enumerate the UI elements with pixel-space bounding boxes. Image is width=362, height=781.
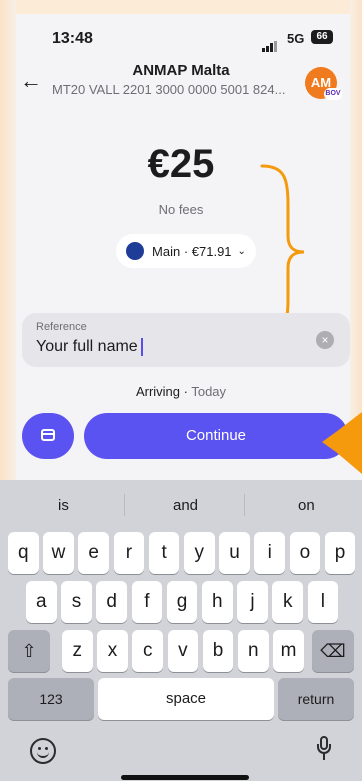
arriving-info: Arriving · Today: [0, 384, 362, 399]
reference-value: Your full name: [36, 338, 138, 356]
reference-field[interactable]: Reference Your full name ×: [22, 313, 350, 367]
account-selector[interactable]: Main · €71.91 ⌄: [116, 234, 256, 268]
key-i[interactable]: i: [254, 532, 285, 574]
key-e[interactable]: e: [78, 532, 109, 574]
key-s[interactable]: s: [61, 581, 92, 623]
reference-label: Reference: [36, 321, 87, 333]
text-caret: [140, 338, 143, 356]
microphone-icon[interactable]: [317, 736, 331, 760]
key-l[interactable]: l: [307, 581, 339, 623]
key-m[interactable]: m: [273, 630, 304, 672]
key-z[interactable]: z: [62, 630, 93, 672]
suggestion-1[interactable]: is: [58, 497, 69, 514]
emoji-icon[interactable]: [30, 738, 56, 764]
key-u[interactable]: u: [219, 532, 250, 574]
key-x[interactable]: x: [97, 630, 128, 672]
suggestion-bar: is and on: [0, 480, 362, 532]
space-key[interactable]: space: [98, 678, 274, 720]
key-k[interactable]: k: [272, 581, 303, 623]
key-n[interactable]: n: [238, 630, 269, 672]
schedule-button[interactable]: [22, 413, 74, 459]
key-j[interactable]: j: [237, 581, 268, 623]
suggestion-divider: [244, 494, 245, 516]
arriving-when: Today: [191, 384, 227, 399]
chevron-down-icon: ⌄: [237, 245, 246, 257]
frame-top: [0, 0, 362, 14]
key-y[interactable]: y: [184, 532, 215, 574]
key-f[interactable]: f: [131, 581, 163, 623]
status-bar: 13:48 5G 66: [0, 22, 362, 52]
return-key[interactable]: return: [278, 678, 354, 720]
suggestion-divider: [124, 494, 125, 516]
key-r[interactable]: r: [113, 532, 145, 574]
delete-key[interactable]: ⌫: [312, 630, 354, 672]
iban-subtitle: MT20 VALL 2201 3000 0000 5001 824...: [52, 82, 286, 97]
suggestion-3[interactable]: on: [298, 497, 315, 514]
annotation-arrow: [322, 412, 362, 474]
key-d[interactable]: d: [96, 581, 127, 623]
key-c[interactable]: c: [132, 630, 163, 672]
key-w[interactable]: w: [43, 532, 74, 574]
bank-badge: BOV: [324, 88, 342, 100]
key-q[interactable]: q: [8, 532, 39, 574]
key-t[interactable]: t: [148, 532, 180, 574]
network-label: 5G: [287, 31, 305, 46]
key-a[interactable]: a: [26, 581, 57, 623]
numbers-key[interactable]: 123: [8, 678, 94, 720]
clear-icon[interactable]: ×: [316, 331, 334, 349]
shift-key[interactable]: ⇧: [8, 630, 50, 672]
keyboard: is and on qwertyuiop asdfghjkl zxcvbnm ⇧ ⌫…: [0, 480, 362, 781]
key-v[interactable]: v: [167, 630, 199, 672]
eu-flag-icon: [126, 242, 145, 260]
calendar-icon: [41, 429, 55, 441]
key-b[interactable]: b: [202, 630, 234, 672]
continue-button[interactable]: Continue: [84, 413, 348, 459]
battery-icon: 66: [311, 30, 333, 44]
account-label: Main · €71.91: [152, 243, 232, 259]
arriving-prefix: Arriving ·: [135, 384, 192, 399]
key-h[interactable]: h: [202, 581, 233, 623]
phone-screen: 13:48 5G 66 ← ANMAP Malta MT20 VALL 2201…: [0, 0, 362, 781]
key-p[interactable]: p: [324, 532, 356, 574]
key-g[interactable]: g: [166, 581, 198, 623]
key-o[interactable]: o: [289, 532, 321, 574]
signal-icon: [262, 34, 278, 52]
home-indicator: [121, 775, 249, 780]
reference-input[interactable]: Your full name: [36, 338, 143, 356]
suggestion-2[interactable]: and: [173, 497, 198, 514]
status-time: 13:48: [52, 30, 93, 47]
